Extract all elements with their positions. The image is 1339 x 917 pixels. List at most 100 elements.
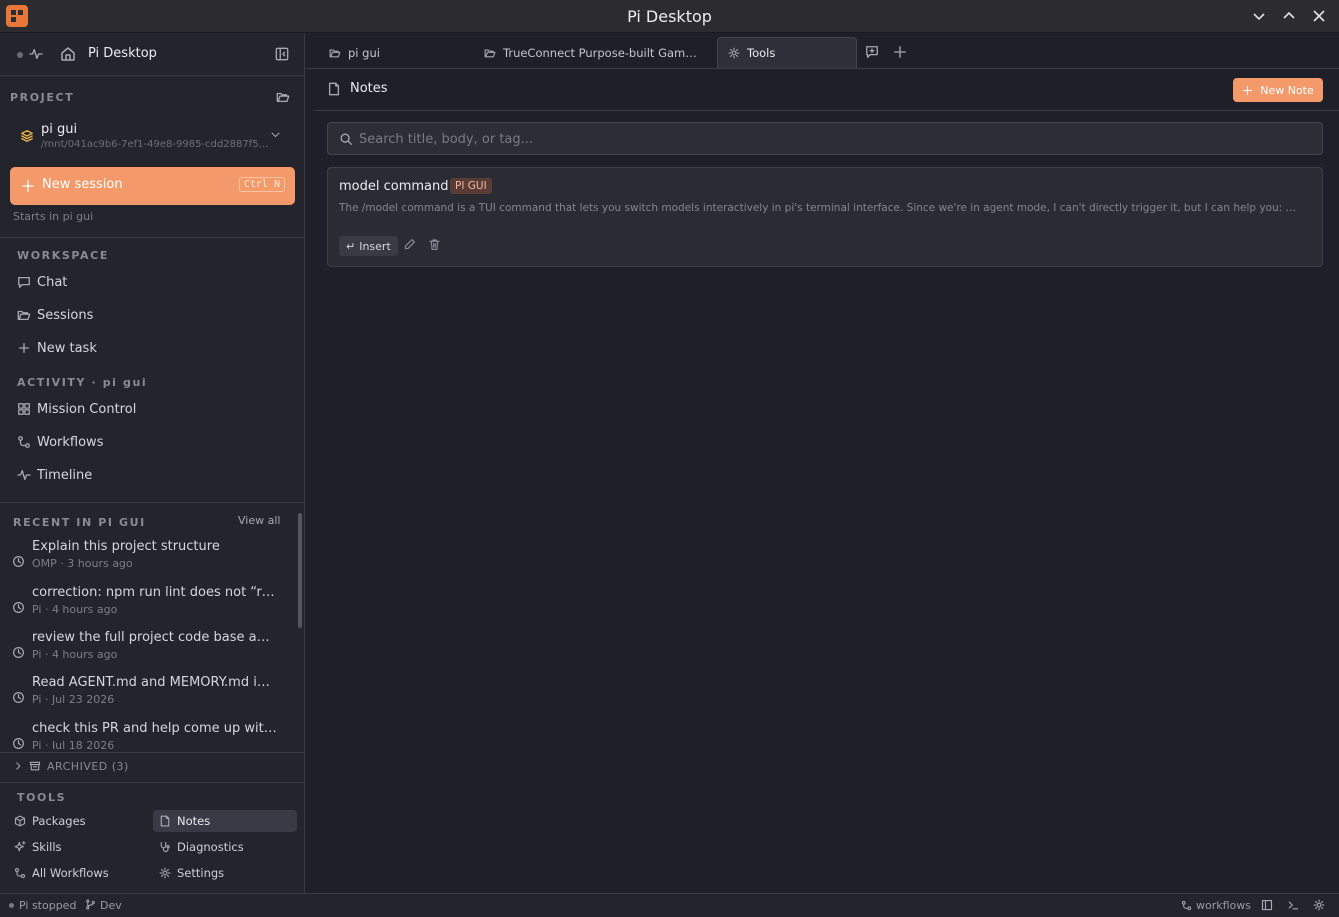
tab-label: TrueConnect Purpose-built Gam… bbox=[503, 45, 697, 60]
close-icon[interactable] bbox=[1309, 6, 1329, 26]
tool-skills[interactable]: Skills bbox=[8, 836, 148, 858]
trash-icon[interactable] bbox=[428, 238, 441, 251]
nav-mission-control-label: Mission Control bbox=[37, 401, 137, 417]
nav-chat[interactable]: Chat bbox=[10, 268, 295, 296]
activity-section-label: ACTIVITY · pi gui bbox=[17, 376, 148, 389]
collapse-sidebar-icon[interactable] bbox=[275, 47, 289, 61]
recent-meta: Pi · 4 hours ago bbox=[32, 603, 118, 616]
clock-icon bbox=[12, 646, 25, 659]
divider bbox=[0, 502, 305, 503]
workflows-status[interactable]: workflows bbox=[1196, 899, 1251, 912]
recent-meta: Pi · Jul 23 2026 bbox=[32, 693, 115, 706]
stethoscope-icon bbox=[159, 841, 171, 853]
search-box bbox=[327, 122, 1323, 155]
note-tag[interactable]: PI GUI bbox=[450, 178, 492, 194]
folder-icon bbox=[329, 47, 341, 59]
add-tab-icon[interactable] bbox=[893, 45, 907, 59]
workflow-icon bbox=[1181, 900, 1192, 911]
nav-sessions[interactable]: Sessions bbox=[10, 301, 295, 329]
search-input[interactable] bbox=[359, 129, 1299, 149]
tool-notes[interactable]: Notes bbox=[153, 810, 297, 832]
tool-packages-label: Packages bbox=[32, 814, 86, 828]
new-session-hint: Starts in pi gui bbox=[13, 210, 94, 223]
archive-icon bbox=[29, 760, 41, 772]
clock-icon bbox=[12, 555, 25, 568]
home-label[interactable]: Pi Desktop bbox=[88, 46, 157, 61]
open-folder-icon[interactable] bbox=[276, 90, 290, 104]
project-section-label: PROJECT bbox=[10, 91, 75, 104]
grid-icon bbox=[17, 402, 31, 416]
archived-toggle[interactable]: ARCHIVED (3) bbox=[13, 758, 129, 774]
enter-icon: ↵ bbox=[346, 239, 356, 253]
activity-icon bbox=[17, 468, 31, 482]
recent-item[interactable]: correction: npm run lint does not “r… Pi… bbox=[8, 585, 293, 629]
panel-toggle-icon[interactable] bbox=[1261, 899, 1273, 911]
recent-title: review the full project code base a… bbox=[32, 630, 270, 645]
branch-label[interactable]: Dev bbox=[100, 899, 122, 912]
new-chat-tab-icon[interactable] bbox=[865, 45, 879, 59]
minimize-icon[interactable] bbox=[1249, 6, 1269, 26]
folder-icon bbox=[484, 47, 496, 59]
pi-status[interactable]: Pi stopped bbox=[19, 899, 76, 912]
recent-title: Explain this project structure bbox=[32, 539, 220, 554]
workspace-section-label: WORKSPACE bbox=[17, 249, 109, 262]
chevron-down-icon bbox=[270, 129, 281, 140]
recent-item[interactable]: Read AGENT.md and MEMORY.md i… Pi · Jul … bbox=[8, 675, 293, 719]
workflow-icon bbox=[14, 867, 26, 879]
shortcut-badge: Ctrl N bbox=[238, 177, 285, 192]
maximize-icon[interactable] bbox=[1279, 6, 1299, 26]
nav-mission-control[interactable]: Mission Control bbox=[10, 395, 295, 423]
new-session-button[interactable]: New session Ctrl N bbox=[10, 167, 295, 205]
tool-all-workflows[interactable]: All Workflows bbox=[8, 862, 148, 884]
recent-item[interactable]: check this PR and help come up wit… Pi ·… bbox=[8, 721, 293, 749]
nav-chat-label: Chat bbox=[37, 274, 68, 290]
tab-trueconnect[interactable]: TrueConnect Purpose-built Gam… bbox=[468, 37, 713, 68]
insert-button[interactable]: ↵ Insert bbox=[339, 236, 398, 256]
workflow-icon bbox=[17, 435, 31, 449]
divider bbox=[0, 237, 305, 238]
project-name: pi gui bbox=[41, 122, 78, 137]
divider bbox=[0, 752, 305, 753]
note-card[interactable]: model command PI GUI The /model command … bbox=[327, 167, 1323, 267]
nav-new-task[interactable]: New task bbox=[10, 334, 295, 362]
nav-timeline-label: Timeline bbox=[37, 467, 93, 483]
terminal-icon[interactable] bbox=[1287, 899, 1299, 911]
nav-workflows[interactable]: Workflows bbox=[10, 428, 295, 456]
recent-meta: OMP · 3 hours ago bbox=[32, 557, 133, 570]
tool-diagnostics-label: Diagnostics bbox=[177, 840, 244, 854]
recent-title: check this PR and help come up wit… bbox=[32, 721, 277, 736]
tab-label: pi gui bbox=[348, 45, 380, 60]
recent-scrollbar[interactable] bbox=[298, 513, 302, 628]
nav-workflows-label: Workflows bbox=[37, 434, 104, 450]
tool-packages[interactable]: Packages bbox=[8, 810, 148, 832]
chat-icon bbox=[17, 275, 31, 289]
gear-icon[interactable] bbox=[1313, 899, 1325, 911]
project-path: /mnt/041ac9b6-7ef1-49e8-9985-cdd2887f5… bbox=[41, 139, 269, 150]
tab-tools[interactable]: Tools bbox=[717, 37, 857, 68]
clock-icon bbox=[12, 691, 25, 704]
new-note-button[interactable]: New Note bbox=[1233, 78, 1323, 102]
nav-timeline[interactable]: Timeline bbox=[10, 461, 295, 489]
recent-meta: Pi · 4 hours ago bbox=[32, 648, 118, 661]
activity-icon[interactable] bbox=[29, 47, 43, 61]
recent-item[interactable]: review the full project code base a… Pi … bbox=[8, 630, 293, 674]
new-note-label: New Note bbox=[1260, 83, 1314, 97]
tools-section-label: TOOLS bbox=[17, 791, 67, 804]
layers-icon bbox=[20, 129, 34, 143]
home-icon[interactable] bbox=[60, 46, 76, 62]
tool-diagnostics[interactable]: Diagnostics bbox=[153, 836, 297, 858]
edit-icon[interactable] bbox=[403, 238, 416, 251]
git-branch-icon bbox=[85, 899, 96, 910]
new-session-label: New session bbox=[42, 177, 123, 192]
view-all-link[interactable]: View all bbox=[238, 514, 280, 527]
note-icon bbox=[159, 815, 171, 827]
tab-pi-gui[interactable]: pi gui bbox=[313, 37, 473, 68]
recent-title: correction: npm run lint does not “r… bbox=[32, 585, 275, 600]
note-icon bbox=[327, 82, 341, 96]
project-selector[interactable]: pi gui /mnt/041ac9b6-7ef1-49e8-9985-cdd2… bbox=[10, 117, 295, 155]
nav-new-task-label: New task bbox=[37, 340, 97, 356]
tool-settings[interactable]: Settings bbox=[153, 862, 297, 884]
recent-title: Read AGENT.md and MEMORY.md i… bbox=[32, 675, 270, 690]
gear-icon bbox=[728, 47, 740, 59]
recent-item[interactable]: Explain this project structure OMP · 3 h… bbox=[8, 539, 293, 583]
